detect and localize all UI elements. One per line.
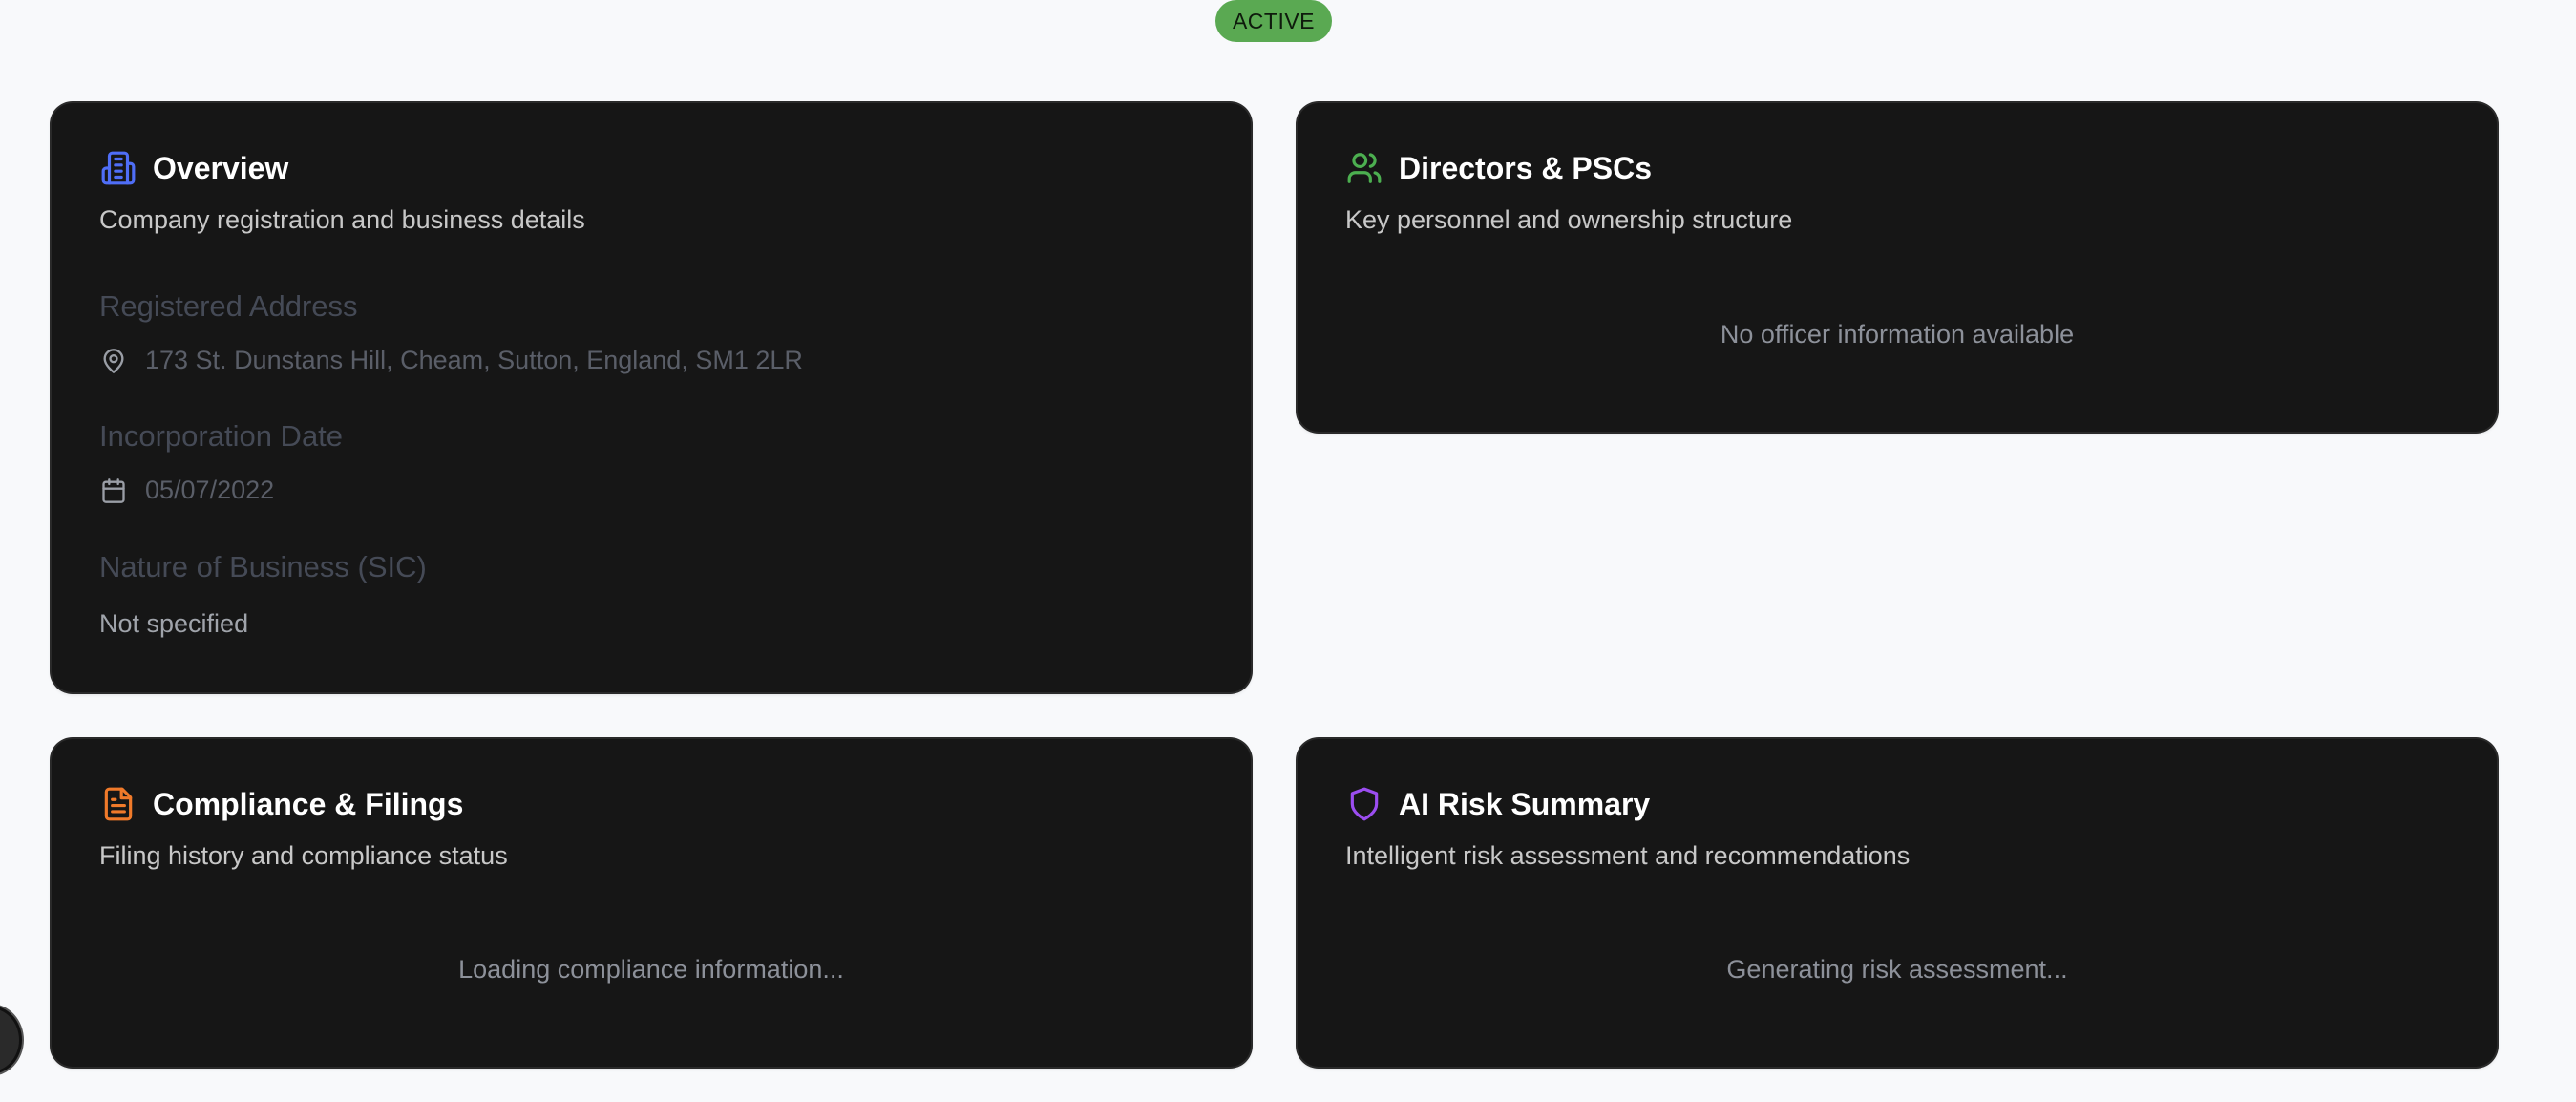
- compliance-subtitle: Filing history and compliance status: [99, 841, 508, 870]
- sic-value: Not specified: [99, 609, 249, 638]
- registered-address-row: 173 St. Dunstans Hill, Cheam, Sutton, En…: [99, 346, 803, 375]
- building-icon: [99, 149, 137, 187]
- map-pin-icon: [99, 347, 128, 375]
- overview-subtitle: Company registration and business detail…: [99, 205, 585, 234]
- floating-action-button[interactable]: [0, 1008, 19, 1071]
- risk-card: AI Risk Summary Intelligent risk assessm…: [1298, 739, 2497, 1067]
- risk-loading-message: Generating risk assessment...: [1726, 955, 2068, 984]
- directors-title: Directors & PSCs: [1399, 150, 1652, 185]
- users-icon: [1345, 149, 1383, 187]
- overview-header: Overview: [99, 149, 288, 187]
- directors-header: Directors & PSCs: [1345, 149, 1652, 187]
- incorporation-date-value: 05/07/2022: [145, 476, 275, 504]
- compliance-loading-message: Loading compliance information...: [458, 955, 844, 984]
- incorporation-date-label: Incorporation Date: [99, 419, 344, 453]
- compliance-header: Compliance & Filings: [99, 785, 463, 823]
- risk-subtitle: Intelligent risk assessment and recommen…: [1345, 841, 1911, 870]
- sic-label: Nature of Business (SIC): [99, 550, 427, 583]
- incorporation-date-row: 05/07/2022: [99, 476, 274, 505]
- shield-icon: [1345, 785, 1383, 823]
- status-badge: ACTIVE: [1215, 0, 1332, 42]
- risk-header: AI Risk Summary: [1345, 785, 1650, 823]
- directors-subtitle: Key personnel and ownership structure: [1345, 205, 1793, 234]
- overview-title: Overview: [153, 150, 289, 185]
- overview-card: Overview Company registration and busine…: [52, 103, 1251, 692]
- directors-empty-message: No officer information available: [1720, 320, 2075, 349]
- risk-title: AI Risk Summary: [1399, 786, 1651, 821]
- compliance-title: Compliance & Filings: [153, 786, 464, 821]
- directors-card: Directors & PSCs Key personnel and owner…: [1298, 103, 2497, 432]
- registered-address-value: 173 St. Dunstans Hill, Cheam, Sutton, En…: [145, 346, 803, 374]
- registered-address-label: Registered Address: [99, 289, 358, 323]
- calendar-icon: [99, 477, 128, 505]
- file-text-icon: [99, 785, 137, 823]
- compliance-card: Compliance & Filings Filing history and …: [52, 739, 1251, 1067]
